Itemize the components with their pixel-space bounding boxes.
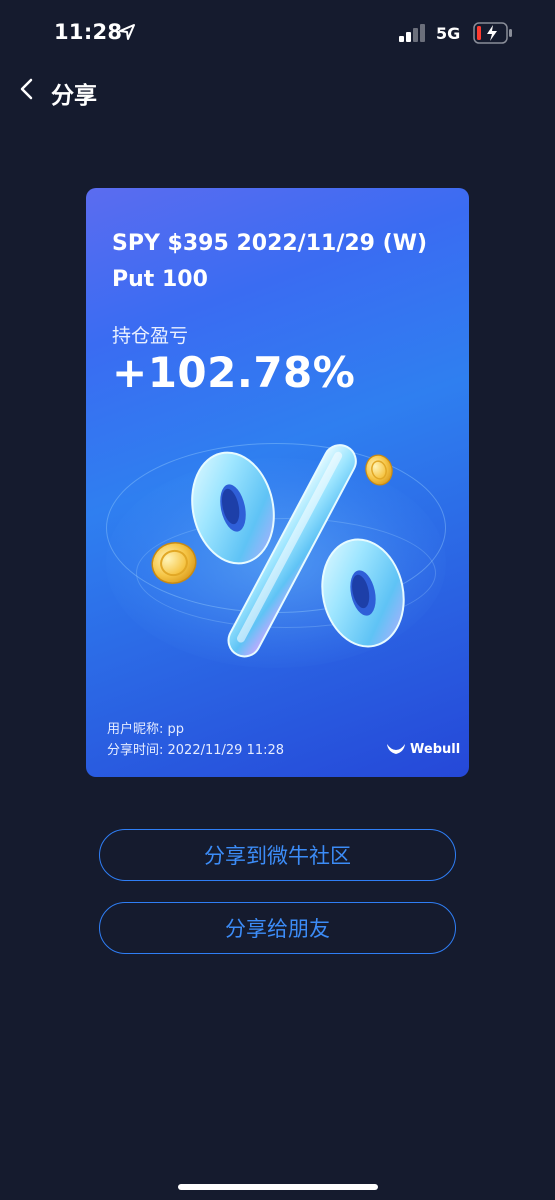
option-title-line1: SPY $395 2022/11/29 (W) — [112, 231, 428, 256]
signal-bars-icon — [399, 24, 425, 42]
webull-bull-icon — [387, 744, 405, 754]
chevron-left-icon[interactable] — [14, 74, 40, 104]
network-label: 5G — [436, 24, 461, 43]
share-time-text: 分享时间: 2022/11/29 11:28 — [107, 743, 285, 758]
nav-bar: 分享 — [0, 66, 555, 116]
share-to-friends-button[interactable]: 分享给朋友 — [99, 902, 456, 954]
battery-charging-icon — [473, 22, 512, 44]
home-indicator — [178, 1184, 378, 1190]
option-title-line2: Put 100 — [112, 267, 208, 292]
page-title: 分享 — [51, 83, 97, 109]
share-to-community-button[interactable]: 分享到微牛社区 — [99, 829, 456, 881]
status-bar: 11:28 5G — [0, 0, 555, 66]
pnl-value: +102.78% — [112, 348, 356, 397]
pnl-label: 持仓盈亏 — [112, 325, 189, 347]
status-time: 11:28 — [54, 20, 123, 44]
percent-icon — [151, 444, 405, 658]
brand-label: Webull — [410, 741, 461, 757]
share-card: SPY $395 2022/11/29 (W) Put 100 持仓盈亏 +10… — [86, 188, 469, 777]
location-arrow-icon — [119, 24, 135, 40]
webull-logo: Webull — [386, 740, 460, 758]
nickname-text: 用户昵称: pp — [107, 722, 185, 737]
